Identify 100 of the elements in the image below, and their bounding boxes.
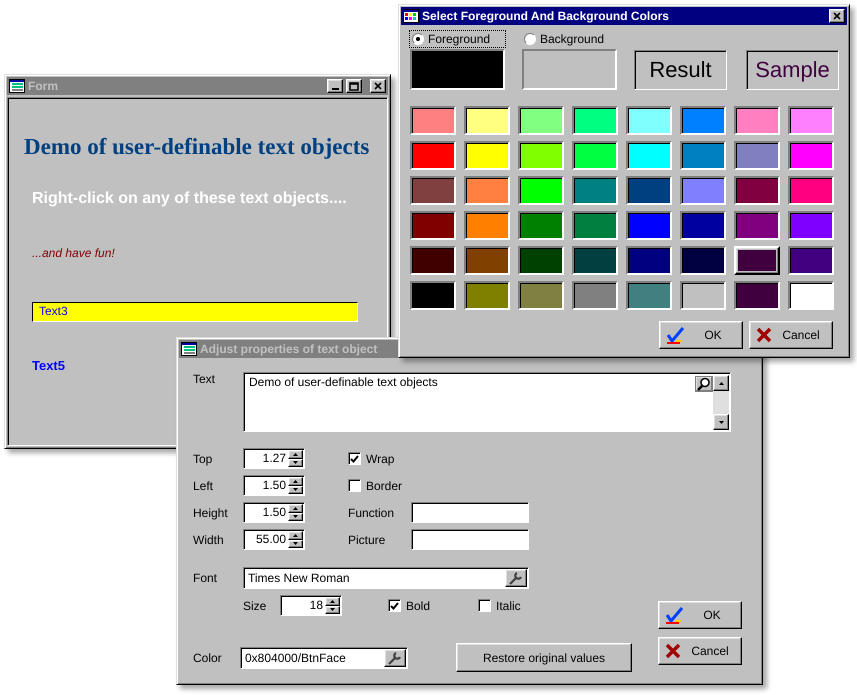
field-label: Font — [193, 571, 218, 585]
note-text[interactable]: ...and have fun! — [32, 246, 115, 260]
close-x-icon — [665, 643, 681, 659]
color-cell[interactable] — [680, 141, 726, 170]
field-label: Left — [193, 478, 214, 492]
color-cell[interactable] — [680, 211, 726, 240]
up-arrow-icon — [718, 382, 724, 384]
color-cell[interactable] — [680, 106, 726, 135]
text-object[interactable]: Text3 — [32, 302, 358, 322]
zoom-button[interactable] — [695, 376, 713, 392]
checkbox[interactable]: Bold — [388, 598, 478, 612]
color-cell[interactable] — [788, 106, 834, 135]
color-cell[interactable] — [572, 246, 618, 275]
field-label: Picture — [348, 532, 386, 546]
checkbox[interactable]: Wrap — [348, 452, 394, 466]
color-cell[interactable] — [410, 211, 456, 240]
spin-up-button[interactable] — [288, 477, 303, 486]
close-button[interactable] — [829, 9, 845, 23]
cancel-button[interactable]: Cancel — [658, 637, 742, 665]
field-label: Top — [193, 452, 214, 466]
color-cell[interactable] — [518, 141, 564, 170]
color-cell[interactable] — [572, 281, 618, 310]
checkbox[interactable]: Italic — [478, 598, 521, 612]
ok-button[interactable]: OK — [658, 601, 742, 629]
color-cell[interactable] — [572, 176, 618, 205]
down-arrow-icon — [718, 420, 724, 424]
color-cell[interactable] — [464, 176, 510, 205]
heading-text[interactable]: Demo of user-definable text objects — [24, 134, 370, 160]
ok-button[interactable]: OK — [659, 321, 743, 349]
field-label: Width — [193, 532, 225, 546]
color-cell[interactable] — [572, 106, 618, 135]
spin-field[interactable]: 1.27 — [243, 448, 305, 469]
color-cell[interactable] — [518, 211, 564, 240]
color-cell[interactable] — [734, 106, 780, 135]
color-cell[interactable] — [680, 246, 726, 275]
spin-up-button[interactable] — [325, 597, 340, 606]
radio-button[interactable]: Foreground — [410, 31, 505, 47]
color-cell[interactable] — [626, 176, 672, 205]
close-icon — [373, 82, 383, 90]
color-cell[interactable] — [734, 281, 780, 310]
result-preview: Result — [634, 50, 727, 90]
color-cell[interactable] — [410, 176, 456, 205]
color-cell[interactable] — [518, 281, 564, 310]
color-cell[interactable] — [518, 106, 564, 135]
color-cell[interactable] — [464, 106, 510, 135]
color-cell[interactable] — [410, 281, 456, 310]
color-cell[interactable] — [518, 176, 564, 205]
text-object[interactable]: Text5 — [32, 358, 65, 373]
color-cell[interactable] — [626, 246, 672, 275]
input-field[interactable] — [411, 502, 529, 523]
color-cell[interactable] — [572, 211, 618, 240]
font-field[interactable]: Times New Roman — [243, 567, 529, 589]
color-cell[interactable] — [788, 281, 834, 310]
color-cell[interactable] — [734, 211, 780, 240]
color-cell[interactable] — [464, 246, 510, 275]
spin-up-button[interactable] — [288, 504, 303, 512]
scroll-down-button[interactable] — [713, 414, 729, 430]
color-cell[interactable] — [734, 176, 780, 205]
scroll-bar[interactable] — [713, 375, 729, 430]
color-cell[interactable] — [788, 246, 834, 275]
maximize-button[interactable] — [346, 79, 362, 93]
color-cell[interactable] — [410, 141, 456, 170]
up-arrow-icon — [330, 600, 335, 603]
checkbox[interactable]: Border — [348, 478, 402, 492]
spin-field[interactable]: 18 — [280, 595, 342, 616]
close-button[interactable] — [370, 79, 386, 93]
color-cell[interactable] — [464, 141, 510, 170]
up-arrow-icon — [293, 506, 298, 510]
color-cell[interactable] — [626, 281, 672, 310]
radio-button[interactable]: Background — [522, 31, 617, 47]
spin-up-button[interactable] — [288, 531, 303, 540]
spin-up-button[interactable] — [288, 450, 303, 458]
input-field[interactable] — [411, 529, 529, 550]
spin-field[interactable]: 1.50 — [243, 475, 305, 496]
minimize-button[interactable] — [327, 79, 343, 93]
wrench-button[interactable] — [505, 569, 527, 587]
scroll-up-button[interactable] — [713, 375, 729, 391]
color-cell[interactable] — [680, 176, 726, 205]
color-cell[interactable] — [518, 246, 564, 275]
wrench-button[interactable] — [384, 648, 406, 666]
color-cell[interactable] — [788, 211, 834, 240]
color-cell[interactable] — [464, 281, 510, 310]
palette-icon — [403, 9, 419, 23]
color-field[interactable]: 0x804000/BtnFace — [240, 646, 408, 668]
color-cell[interactable] — [626, 211, 672, 240]
text-area[interactable]: Demo of user-definable text objects — [243, 372, 731, 432]
color-cell[interactable] — [788, 176, 834, 205]
color-cell[interactable] — [410, 106, 456, 135]
color-cell[interactable] — [680, 281, 726, 310]
spin-field[interactable]: 55.00 — [243, 529, 305, 550]
color-cell[interactable] — [788, 141, 834, 170]
color-cell[interactable] — [410, 246, 456, 275]
spin-field[interactable]: 1.50 — [243, 502, 305, 523]
color-cell[interactable] — [626, 141, 672, 170]
color-cell[interactable] — [572, 141, 618, 170]
color-cell[interactable] — [734, 141, 780, 170]
color-cell[interactable] — [464, 211, 510, 240]
color-cell[interactable] — [626, 106, 672, 135]
restore-button[interactable]: Restore original values — [456, 643, 632, 672]
cancel-button[interactable]: Cancel — [749, 321, 833, 349]
